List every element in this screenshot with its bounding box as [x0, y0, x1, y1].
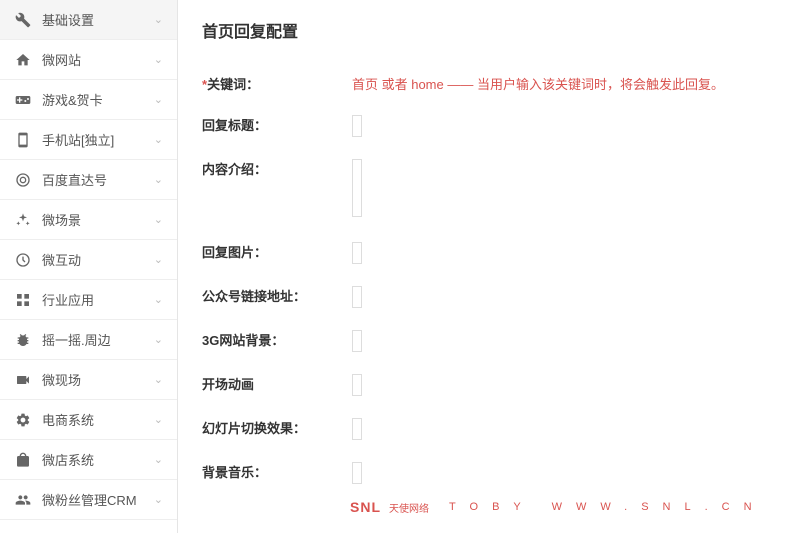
wrench-icon — [14, 11, 32, 29]
keyword-hint: 首页 或者 home —— 当用户输入该关键词时，将会触发此回复。 — [352, 77, 724, 92]
field-control — [352, 462, 776, 484]
chevron-down-icon: ⌄ — [154, 333, 163, 346]
field-control — [352, 330, 776, 352]
form-row-8: 背景音乐： — [202, 462, 776, 484]
page-title: 首页回复配置 — [202, 18, 776, 52]
sidebar-item-12[interactable]: 微粉丝管理CRM⌄ — [0, 480, 177, 520]
sidebar-item-2[interactable]: 游戏&贺卡⌄ — [0, 80, 177, 120]
sidebar-item-1[interactable]: 微网站⌄ — [0, 40, 177, 80]
chevron-down-icon: ⌄ — [154, 53, 163, 66]
chevron-down-icon: ⌄ — [154, 413, 163, 426]
chevron-down-icon: ⌄ — [154, 213, 163, 226]
form-row-5: 3G网站背景： — [202, 330, 776, 352]
text-input[interactable] — [352, 330, 362, 352]
field-label: 3G网站背景： — [202, 330, 352, 349]
field-label: 回复图片： — [202, 242, 352, 261]
form-row-6: 开场动画 — [202, 374, 776, 396]
field-label: 回复标题： — [202, 115, 352, 134]
config-form: *关键词：首页 或者 home —— 当用户输入该关键词时，将会触发此回复。回复… — [202, 74, 776, 484]
sidebar-item-7[interactable]: 行业应用⌄ — [0, 280, 177, 320]
watermark-logo: SNL — [350, 499, 381, 515]
text-input[interactable] — [352, 418, 362, 440]
field-control — [352, 286, 776, 308]
field-control: 首页 或者 home —— 当用户输入该关键词时，将会触发此回复。 — [352, 74, 776, 93]
sidebar-item-13[interactable]: 微硬件⌄ — [0, 520, 177, 533]
sidebar-item-label: 游戏&贺卡 — [42, 90, 154, 109]
gamepad-icon — [14, 91, 32, 109]
chevron-down-icon: ⌄ — [154, 93, 163, 106]
sidebar-item-10[interactable]: 电商系统⌄ — [0, 400, 177, 440]
bug-icon — [14, 331, 32, 349]
sidebar-item-3[interactable]: 手机站[独立]⌄ — [0, 120, 177, 160]
chevron-down-icon: ⌄ — [154, 453, 163, 466]
watermark-url: TOBY WWW.SNL.CN — [449, 501, 766, 513]
form-row-4: 公众号链接地址： — [202, 286, 776, 308]
app-root: 基础设置⌄微网站⌄游戏&贺卡⌄手机站[独立]⌄百度直达号⌄微场景⌄微互动⌄行业应… — [0, 0, 800, 533]
sidebar-item-label: 微店系统 — [42, 450, 154, 469]
sidebar-item-label: 微互动 — [42, 250, 154, 269]
sidebar-item-label: 微网站 — [42, 50, 154, 69]
form-row-2: 内容介绍： — [202, 159, 776, 220]
field-label: 公众号链接地址： — [202, 286, 352, 305]
required-marker: * — [202, 77, 207, 92]
sidebar-item-label: 微场景 — [42, 210, 154, 229]
sidebar-item-11[interactable]: 微店系统⌄ — [0, 440, 177, 480]
form-row-7: 幻灯片切换效果： — [202, 418, 776, 440]
field-label: 幻灯片切换效果： — [202, 418, 352, 437]
field-control — [352, 115, 776, 137]
text-input[interactable] — [352, 462, 362, 484]
sparkle-icon — [14, 211, 32, 229]
users-icon — [14, 491, 32, 509]
field-label: 开场动画 — [202, 374, 352, 393]
target-icon — [14, 171, 32, 189]
chevron-down-icon: ⌄ — [154, 13, 163, 26]
field-label: *关键词： — [202, 74, 352, 93]
chevron-down-icon: ⌄ — [154, 173, 163, 186]
field-control — [352, 159, 776, 220]
chevron-down-icon: ⌄ — [154, 253, 163, 266]
clock-icon — [14, 251, 32, 269]
sidebar-item-label: 手机站[独立] — [42, 130, 154, 149]
gear-icon — [14, 411, 32, 429]
field-control — [352, 374, 776, 396]
sidebar-item-6[interactable]: 微互动⌄ — [0, 240, 177, 280]
sidebar-item-label: 微现场 — [42, 370, 154, 389]
camera-icon — [14, 371, 32, 389]
field-label: 内容介绍： — [202, 159, 352, 178]
field-control — [352, 418, 776, 440]
home-icon — [14, 51, 32, 69]
sidebar-item-5[interactable]: 微场景⌄ — [0, 200, 177, 240]
sidebar-item-label: 百度直达号 — [42, 170, 154, 189]
field-label: 背景音乐： — [202, 462, 352, 481]
chevron-down-icon: ⌄ — [154, 373, 163, 386]
sidebar: 基础设置⌄微网站⌄游戏&贺卡⌄手机站[独立]⌄百度直达号⌄微场景⌄微互动⌄行业应… — [0, 0, 178, 533]
watermark: SNL 天使网络 TOBY WWW.SNL.CN — [350, 499, 766, 515]
sidebar-item-9[interactable]: 微现场⌄ — [0, 360, 177, 400]
sidebar-item-label: 基础设置 — [42, 10, 154, 29]
text-input[interactable] — [352, 286, 362, 308]
form-row-1: 回复标题： — [202, 115, 776, 137]
sidebar-item-0[interactable]: 基础设置⌄ — [0, 0, 177, 40]
text-input[interactable] — [352, 115, 362, 137]
text-input[interactable] — [352, 242, 362, 264]
sidebar-item-label: 行业应用 — [42, 290, 154, 309]
text-input[interactable] — [352, 374, 362, 396]
form-row-0: *关键词：首页 或者 home —— 当用户输入该关键词时，将会触发此回复。 — [202, 74, 776, 93]
sidebar-item-8[interactable]: 摇一摇.周边⌄ — [0, 320, 177, 360]
main-panel: 首页回复配置 *关键词：首页 或者 home —— 当用户输入该关键词时，将会触… — [178, 0, 800, 533]
apps-icon — [14, 291, 32, 309]
chevron-down-icon: ⌄ — [154, 493, 163, 506]
phone-icon — [14, 131, 32, 149]
sidebar-item-4[interactable]: 百度直达号⌄ — [0, 160, 177, 200]
bag-icon — [14, 451, 32, 469]
chevron-down-icon: ⌄ — [154, 133, 163, 146]
textarea-input[interactable] — [352, 159, 362, 217]
sidebar-item-label: 电商系统 — [42, 410, 154, 429]
field-control — [352, 242, 776, 264]
sidebar-item-label: 微粉丝管理CRM — [42, 490, 154, 509]
sidebar-item-label: 摇一摇.周边 — [42, 330, 154, 349]
watermark-cn: 天使网络 — [389, 500, 429, 515]
chevron-down-icon: ⌄ — [154, 293, 163, 306]
form-row-3: 回复图片： — [202, 242, 776, 264]
